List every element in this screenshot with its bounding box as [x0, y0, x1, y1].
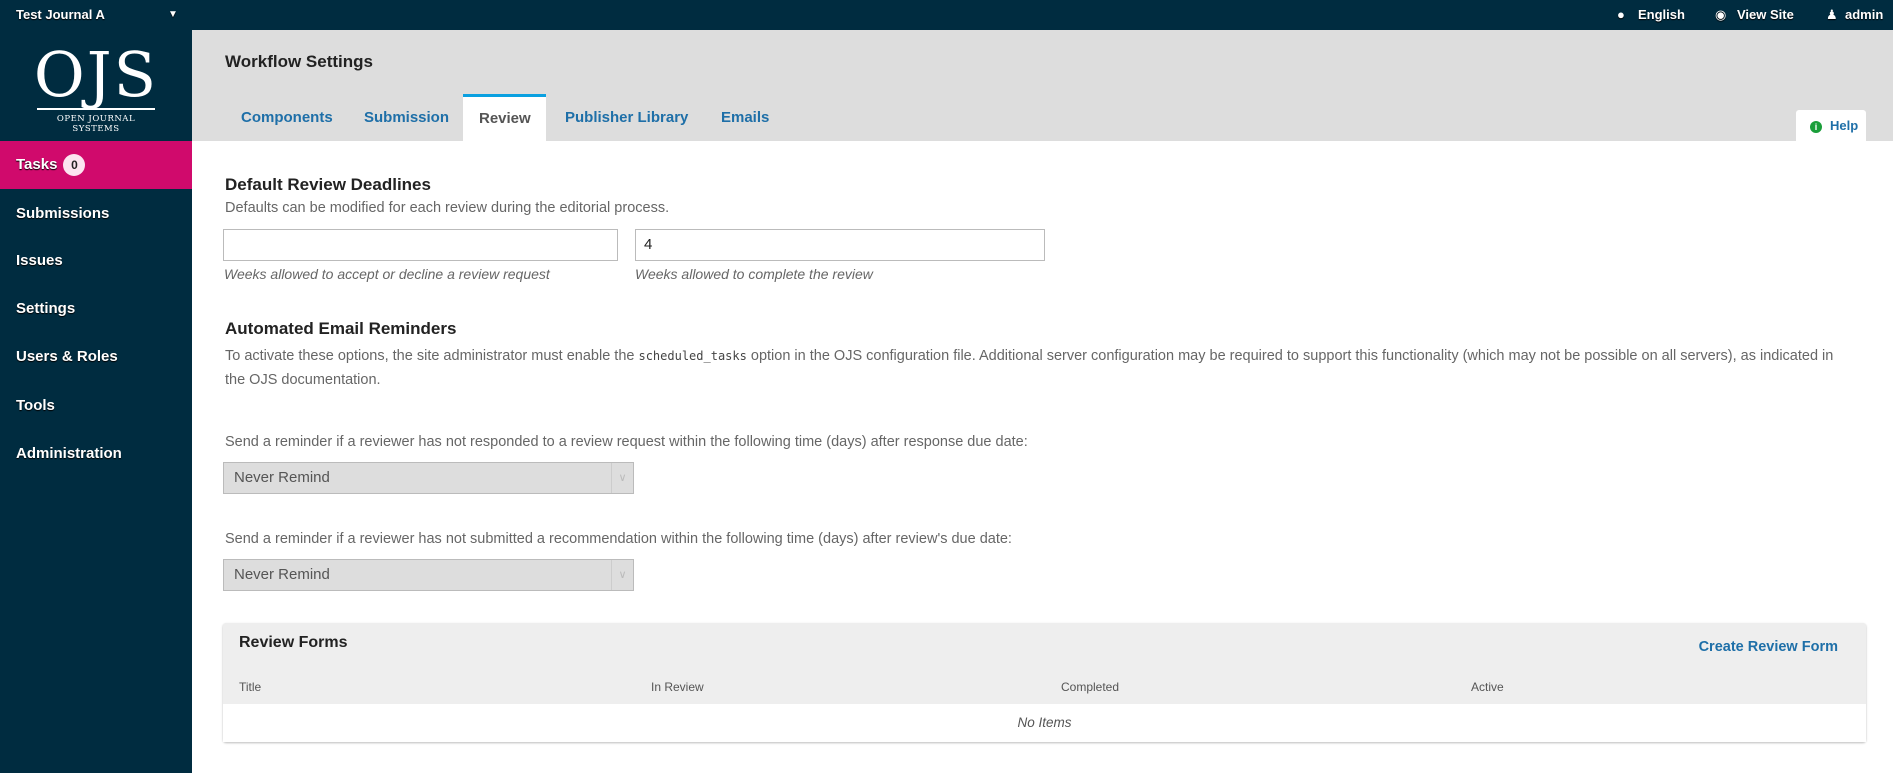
review-forms-title: Review Forms — [239, 634, 348, 651]
chevron-down-icon[interactable]: ▼ — [168, 9, 178, 20]
tasks-label: Tasks — [16, 156, 58, 173]
ojs-logo[interactable]: OJS OPEN JOURNAL SYSTEMS — [0, 30, 192, 141]
sidebar-item-administration[interactable]: Administration — [0, 430, 192, 478]
help-button[interactable]: i Help — [1796, 110, 1866, 141]
sidebar-item-submissions[interactable]: Submissions — [0, 190, 192, 238]
tab-submission[interactable]: Submission — [348, 94, 465, 141]
journal-switcher[interactable]: Test Journal A — [16, 7, 105, 22]
tab-components[interactable]: Components — [225, 94, 349, 141]
review-forms-panel: Review Forms Create Review Form Title In… — [223, 623, 1866, 742]
globe-icon: ● — [1617, 7, 1625, 22]
select-value: Never Remind — [234, 566, 330, 583]
create-review-form-link[interactable]: Create Review Form — [1699, 639, 1838, 655]
tasks-count-badge: 0 — [63, 154, 86, 176]
accept-weeks-help: Weeks allowed to accept or decline a rev… — [224, 266, 550, 282]
user-menu[interactable]: admin — [1845, 7, 1883, 22]
submit-reminder-select[interactable]: Never Remind ∨ — [223, 559, 634, 591]
reminders-heading: Automated Email Reminders — [225, 319, 457, 338]
page-title: Workflow Settings — [225, 52, 373, 71]
top-bar: Test Journal A ▼ ● English ◉ View Site ♟… — [0, 0, 1893, 30]
column-header-in-review: In Review — [651, 680, 704, 694]
response-reminder-label: Send a reminder if a reviewer has not re… — [225, 434, 1028, 450]
column-header-completed: Completed — [1061, 680, 1120, 694]
tab-emails[interactable]: Emails — [705, 94, 785, 141]
sidebar: OJS OPEN JOURNAL SYSTEMS Tasks 0 Submissi… — [0, 30, 192, 773]
user-icon: ♟ — [1826, 7, 1838, 22]
info-icon: i — [1810, 121, 1822, 133]
language-link[interactable]: English — [1638, 7, 1685, 22]
complete-weeks-help: Weeks allowed to complete the review — [635, 266, 873, 282]
column-header-title: Title — [239, 680, 262, 694]
tab-publisher-library[interactable]: Publisher Library — [549, 94, 704, 141]
accept-weeks-input[interactable] — [223, 229, 618, 261]
select-value: Never Remind — [234, 469, 330, 486]
help-label: Help — [1830, 118, 1859, 133]
sidebar-item-users-roles[interactable]: Users & Roles — [0, 333, 192, 381]
chevron-down-icon: ∨ — [611, 463, 633, 493]
chevron-down-icon: ∨ — [611, 560, 633, 590]
reminders-description: To activate these options, the site admi… — [225, 344, 1845, 392]
deadlines-description: Defaults can be modified for each review… — [225, 200, 670, 216]
sidebar-item-tools[interactable]: Tools — [0, 382, 192, 430]
deadlines-heading: Default Review Deadlines — [225, 175, 431, 194]
complete-weeks-input[interactable]: 4 — [635, 229, 1045, 261]
page-header: Workflow Settings Components Submission … — [192, 30, 1893, 141]
submit-reminder-label: Send a reminder if a reviewer has not su… — [225, 531, 1012, 547]
tab-review[interactable]: Review — [463, 94, 546, 141]
code-scheduled-tasks: scheduled_tasks — [638, 349, 747, 363]
empty-table-message: No Items — [223, 704, 1866, 742]
sidebar-item-tasks[interactable]: Tasks 0 — [0, 141, 192, 189]
view-site-link[interactable]: View Site — [1737, 7, 1794, 22]
eye-icon: ◉ — [1715, 7, 1727, 22]
sidebar-item-settings[interactable]: Settings — [0, 285, 192, 333]
text: To activate these options, the site admi… — [225, 348, 639, 364]
column-header-active: Active — [1471, 680, 1504, 694]
sidebar-item-issues[interactable]: Issues — [0, 237, 192, 285]
response-reminder-select[interactable]: Never Remind ∨ — [223, 462, 634, 494]
